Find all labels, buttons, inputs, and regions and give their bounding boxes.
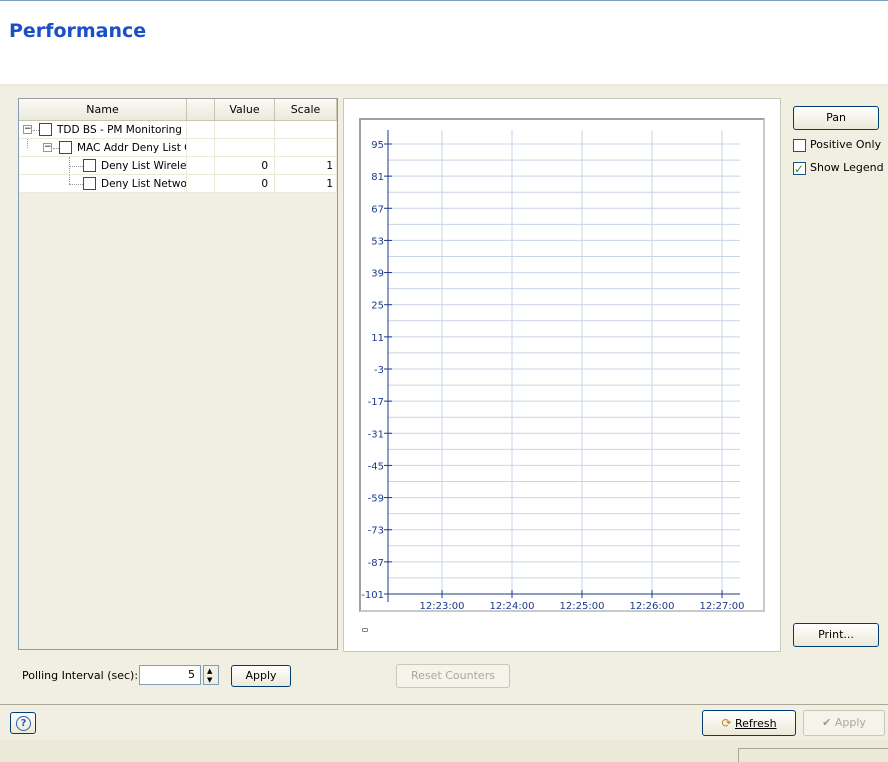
- spin-up-icon[interactable]: ▲: [207, 667, 212, 675]
- y-tick-label: -101: [361, 590, 384, 601]
- spin-down-icon[interactable]: ▼: [207, 676, 212, 684]
- y-tick-label: 53: [371, 236, 384, 247]
- y-tick-label: -3: [374, 365, 384, 376]
- polling-interval-label: Polling Interval (sec):: [22, 669, 139, 682]
- positive-only-label: Positive Only: [810, 138, 882, 151]
- polling-interval-spinner[interactable]: ▲ ▼: [203, 665, 219, 685]
- y-tick-label: 67: [371, 204, 384, 215]
- x-tick-label: 12:27:00: [700, 601, 745, 612]
- refresh-icon: ⟳: [721, 716, 732, 730]
- apply-label: Apply: [834, 716, 866, 729]
- y-tick-label: 39: [371, 269, 384, 280]
- positive-only-box[interactable]: [793, 139, 806, 152]
- y-tick-label: -73: [368, 526, 384, 537]
- apply-check-icon: ✔: [822, 716, 832, 729]
- show-legend-box[interactable]: ✓: [793, 162, 806, 175]
- y-tick-label: -45: [368, 461, 384, 472]
- polling-interval-input[interactable]: 5: [139, 665, 201, 685]
- polling-apply-button[interactable]: Apply: [231, 665, 291, 687]
- footer-divider: [0, 704, 888, 705]
- show-legend-checkbox[interactable]: ✓ Show Legend: [793, 161, 885, 177]
- x-tick-label: 12:23:00: [420, 601, 465, 612]
- y-tick-label: 81: [371, 172, 384, 183]
- reset-counters-button[interactable]: Reset Counters: [396, 664, 510, 688]
- x-tick-label: 12:25:00: [560, 601, 605, 612]
- help-button[interactable]: ?: [10, 712, 36, 734]
- refresh-label: Refresh: [735, 717, 777, 730]
- help-icon: ?: [16, 716, 31, 731]
- performance-chart[interactable]: 95 81 67 53 39 25 11 -3 -17 -31 -45 -59 -73 -87 -101 12…: [0, 0, 888, 762]
- y-tick-label: 25: [371, 301, 384, 312]
- x-tick-label: 12:26:00: [630, 601, 675, 612]
- y-tick-label: 95: [371, 140, 384, 151]
- y-tick-label: -59: [368, 494, 384, 505]
- y-tick-label: -87: [368, 558, 384, 569]
- pan-button[interactable]: Pan: [793, 106, 879, 130]
- y-tick-label: -31: [368, 429, 384, 440]
- show-legend-label: Show Legend: [810, 161, 884, 174]
- y-tick-label: 11: [371, 333, 384, 344]
- status-bar-cell: [738, 748, 888, 762]
- positive-only-checkbox[interactable]: Positive Only: [793, 138, 883, 154]
- legend-marker: [362, 628, 368, 632]
- refresh-button[interactable]: ⟳ Refresh: [702, 710, 796, 736]
- apply-button[interactable]: ✔ Apply: [803, 710, 885, 736]
- print-button[interactable]: Print...: [793, 623, 879, 647]
- x-tick-label: 12:24:00: [490, 601, 535, 612]
- checkmark-icon: ✓: [794, 162, 805, 176]
- y-tick-label: -17: [368, 397, 384, 408]
